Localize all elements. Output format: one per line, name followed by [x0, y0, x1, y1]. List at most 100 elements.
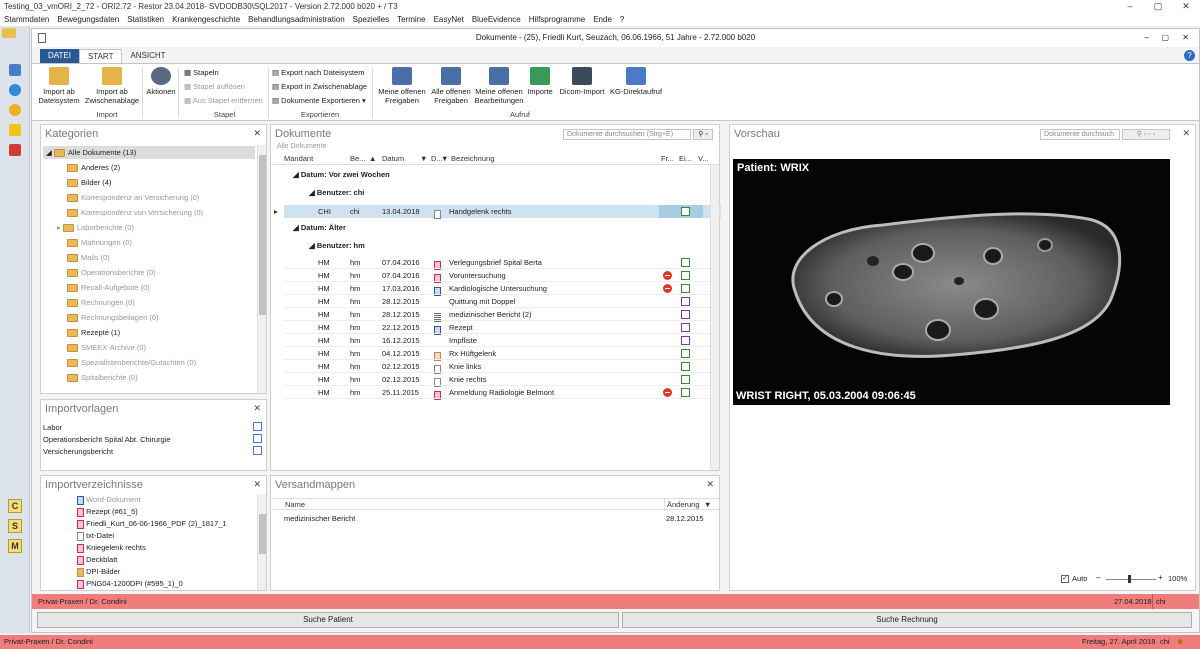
menu-krankengeschichte[interactable]: Krankengeschichte	[168, 13, 244, 26]
table-row[interactable]: HM hm 16.12.2015 Impfliste	[271, 334, 719, 347]
minimize-button[interactable]: –	[1116, 0, 1144, 13]
auto-checkbox[interactable]: ✓	[1061, 575, 1069, 583]
folder-icon[interactable]	[2, 28, 16, 38]
zoom-slider[interactable]	[1106, 579, 1156, 580]
table-row[interactable]: HM hm 25.11.2015 Anmeldung Radiologie Belmo…	[271, 386, 719, 400]
eingang-icon[interactable]	[681, 349, 690, 358]
template-icon[interactable]	[253, 422, 262, 431]
group-header-aelter[interactable]: ◢ Datum: Älter	[293, 221, 346, 235]
export-zwischenablage-button[interactable]: ▤ Export in Zwischenablage	[272, 82, 367, 92]
export-dateisystem-button[interactable]: ▤ Export nach Dateisystem	[272, 68, 365, 78]
table-row[interactable]: HM hm 02.12.2015 Knie rechts	[271, 373, 719, 387]
import-file-item[interactable]: Kniegelenk rechts	[77, 542, 146, 553]
column-freigabe[interactable]: Fr...	[661, 153, 674, 165]
search-tools-icon[interactable]: ⚲ ▫ ▫ ▫	[1122, 129, 1170, 140]
import-zwischenablage-button[interactable]: Import ab Zwischenablage	[84, 67, 140, 105]
import-folder-item[interactable]: DPI-Bilder	[77, 566, 120, 577]
menu-spezielles[interactable]: Spezielles	[349, 13, 393, 26]
doc-close-button[interactable]: ✕	[1182, 29, 1189, 47]
import-file-item[interactable]: txt-Datei	[77, 530, 114, 541]
close-button[interactable]: ✕	[1172, 0, 1200, 13]
eingang-icon[interactable]	[681, 258, 690, 267]
menu-behandlungsadministration[interactable]: Behandlungsadministration	[244, 13, 349, 26]
menu-statistiken[interactable]: Statistiken	[123, 13, 168, 26]
kategorien-close-icon[interactable]: ✕	[253, 128, 261, 139]
search-icon[interactable]: ⚲ ▫	[693, 129, 713, 140]
import-file-item[interactable]: Rezept (#61_5)	[77, 506, 138, 517]
notes-icon[interactable]	[9, 124, 21, 136]
suche-rechnung-button[interactable]: Suche Rechnung	[622, 612, 1192, 628]
meine-offenen-bearbeitungen-button[interactable]: Meine offenen Bearbeitungen	[473, 67, 525, 105]
doc-maximize-button[interactable]: ▢	[1161, 29, 1169, 47]
tree-item-rechnungsbeilagen[interactable]: Rechnungsbeilagen (0)	[67, 312, 159, 323]
zoom-slider-handle[interactable]	[1128, 575, 1131, 583]
table-row[interactable]: HM hm 04.12.2015 Rx Hüftgelenk	[271, 347, 719, 361]
tree-item-recall-aufgebote[interactable]: Recall-Aufgebote (0)	[67, 282, 150, 293]
importe-button[interactable]: Importe	[525, 67, 555, 96]
template-icon[interactable]	[253, 446, 262, 455]
stapeln-button[interactable]: ▦ Stapeln	[184, 68, 219, 78]
tree-item-korrespondenz-an[interactable]: Korrespondenz an Versicherung (0)	[67, 192, 199, 203]
kategorien-scrollbar[interactable]	[257, 145, 266, 393]
tool-icon[interactable]	[9, 144, 21, 156]
aus-stapel-entfernen-button[interactable]: ▦ Aus Stapel entfernen	[184, 96, 263, 106]
importvorlagen-close-icon[interactable]: ✕	[253, 403, 261, 414]
dokumente-scrollbar[interactable]	[710, 165, 719, 470]
column-name[interactable]: Name	[285, 499, 305, 511]
tab-start[interactable]: START	[78, 49, 123, 63]
aktionen-button[interactable]: Aktionen	[144, 67, 178, 96]
tree-item-laborberichte[interactable]: ▸ Laborberichte (0)	[57, 222, 134, 233]
menu-stammdaten[interactable]: Stammdaten	[0, 13, 53, 26]
group-header-benutzer-chi[interactable]: ◢ Benutzer: chi	[309, 186, 364, 200]
dokumente-exportieren-button[interactable]: ▤ Dokumente Exportieren ▾	[272, 96, 366, 106]
group-header-vor-zwei-wochen[interactable]: ◢ Datum: Vor zwei Wochen	[293, 168, 390, 182]
dicom-import-button[interactable]: Dicom-Import	[556, 67, 608, 96]
tree-item-anderes[interactable]: Anderes (2)	[67, 162, 120, 173]
import-file-item[interactable]: Word-Dokument	[77, 494, 141, 505]
column-eingang[interactable]: Ei...	[679, 153, 692, 165]
sidebar-letter-c[interactable]: C	[8, 499, 22, 513]
doc-minimize-button[interactable]: –	[1145, 29, 1149, 47]
tree-item-rechnungen[interactable]: Rechnungen (0)	[67, 297, 135, 308]
alle-offenen-freigaben-button[interactable]: Alle offenen Freigaben	[429, 67, 473, 105]
importverzeichnisse-scrollbar[interactable]	[257, 494, 266, 590]
zoom-out-icon[interactable]: –	[1096, 573, 1100, 582]
eingang-icon[interactable]	[681, 207, 690, 216]
eingang-icon[interactable]	[681, 310, 690, 319]
vorlage-item[interactable]: Versicherungsbericht	[43, 446, 113, 457]
import-file-item[interactable]: Friedli_Kurt_06-06-1966_PDF (2)_1817_1	[77, 518, 227, 529]
tree-item-rezepte[interactable]: Rezepte (1)	[67, 327, 120, 338]
tree-item-mails[interactable]: Mails (0)	[67, 252, 110, 263]
eingang-icon[interactable]	[681, 323, 690, 332]
document-icon[interactable]	[9, 64, 21, 76]
table-row[interactable]: HM hm 22.12.2015 Rezept	[271, 321, 719, 335]
eingang-icon[interactable]	[681, 388, 690, 397]
column-bezeichnung[interactable]: Bezeichnung	[451, 153, 494, 165]
suche-patient-button[interactable]: Suche Patient	[37, 612, 619, 628]
kg-direktaufruf-button[interactable]: KG-Direktaufruf	[608, 67, 664, 96]
eingang-icon[interactable]	[681, 284, 690, 293]
tab-ansicht[interactable]: ANSICHT	[122, 49, 173, 63]
menu-bewegungsdaten[interactable]: Bewegungsdaten	[53, 13, 123, 26]
sort-desc-icon[interactable]: ▼	[420, 153, 427, 165]
table-row[interactable]: HM hm 02.12.2015 Knie links	[271, 360, 719, 374]
menu-help[interactable]: ?	[616, 13, 628, 26]
vorschau-search-input[interactable]: Dokumente durchsuch	[1040, 129, 1120, 140]
menu-blueevidence[interactable]: BlueEvidence	[468, 13, 525, 26]
tree-item-smeex-archive[interactable]: SMEEX-Archive (0)	[67, 342, 146, 353]
scrollbar-thumb[interactable]	[259, 155, 266, 315]
table-row[interactable]: medizinischer Bericht 28.12.2015	[271, 512, 719, 525]
scrollbar-thumb[interactable]	[259, 514, 266, 554]
sort-desc-icon[interactable]: ▼	[704, 499, 711, 511]
tree-item-korrespondenz-von[interactable]: Korrespondenz von Versicherung (0)	[67, 207, 203, 218]
table-row[interactable]: HM hm 28.12.2015 Quittung mit Doppel	[271, 295, 719, 308]
column-mandant[interactable]: Mandant	[284, 153, 313, 165]
import-file-item[interactable]: PNG04-1200DPI (#595_1)_0	[77, 578, 183, 589]
medical-image[interactable]: Patient: WRIX WRIST RIGHT, 05.03.2004 09…	[733, 159, 1170, 405]
menu-easynet[interactable]: EasyNet	[430, 13, 468, 26]
table-row[interactable]: HM hm 07.04.2016 Voruntersuchung	[271, 269, 719, 283]
sort-asc-icon[interactable]: ▲	[369, 153, 376, 165]
tree-item-bilder[interactable]: Bilder (4)	[67, 177, 111, 188]
importverzeichnisse-close-icon[interactable]: ✕	[253, 479, 261, 490]
tree-item-operationsberichte[interactable]: Operationsberichte (0)	[67, 267, 156, 278]
